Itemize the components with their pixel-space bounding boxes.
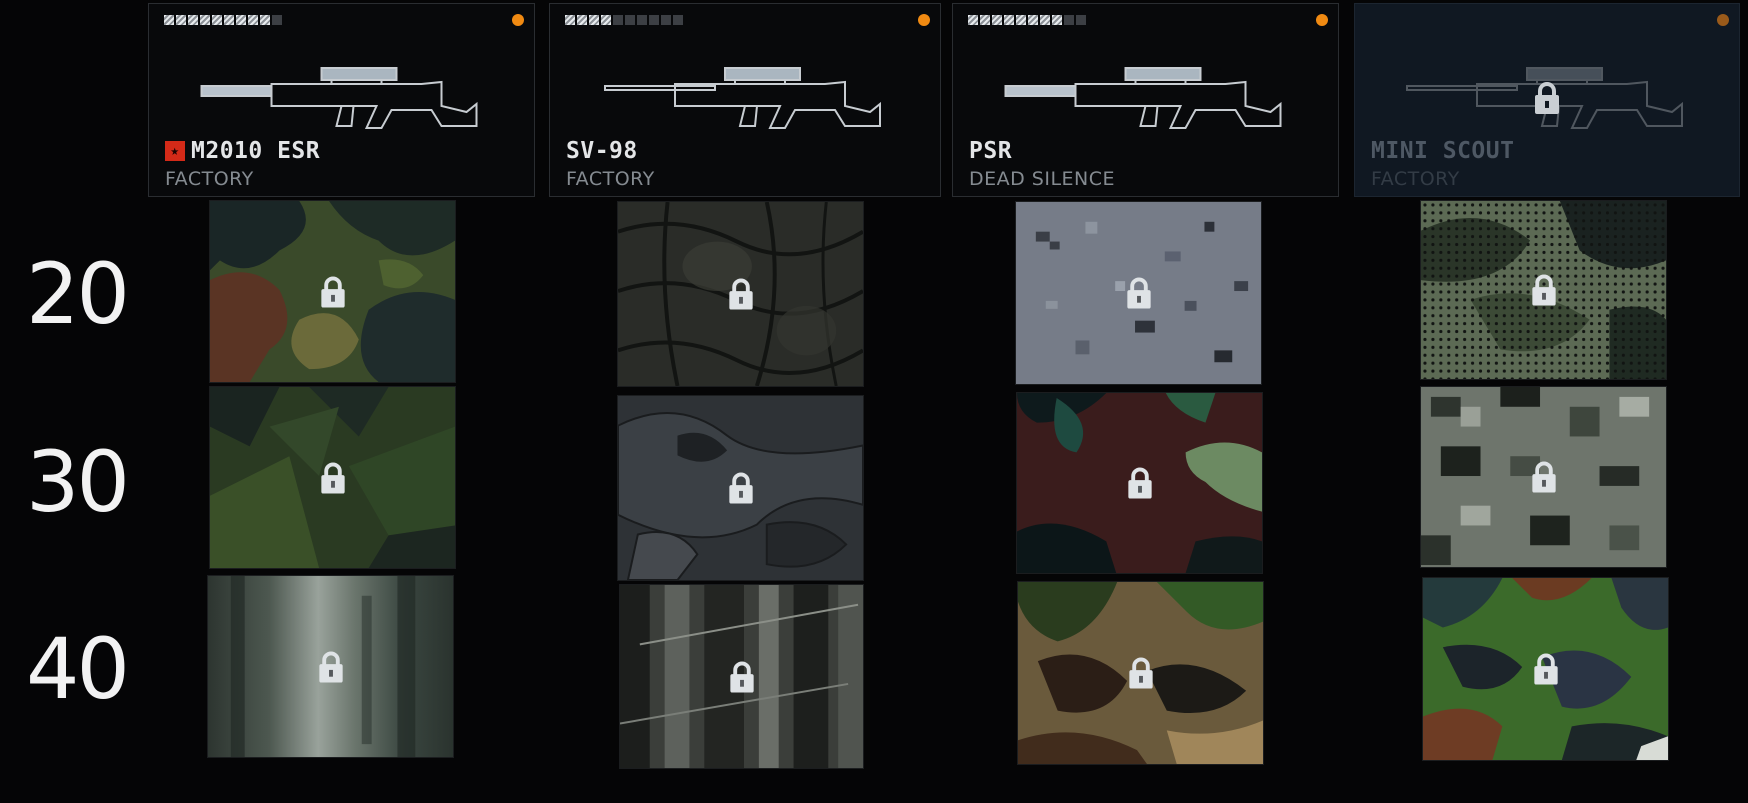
- lock-icon: [318, 650, 343, 683]
- lock-icon: [1531, 274, 1556, 306]
- progress-segment: [188, 15, 198, 25]
- weapon-progress-bar: [164, 15, 282, 25]
- weapon-progress-bar: [565, 15, 683, 25]
- progress-segment: [176, 15, 186, 25]
- progress-segment: [673, 15, 683, 25]
- weapon-progress-bar: [968, 15, 1086, 25]
- progress-segment: [589, 15, 599, 25]
- rank-star-icon: ★: [165, 141, 185, 161]
- weapon-name: MINI SCOUT: [1371, 138, 1515, 164]
- progress-segment: [1064, 15, 1074, 25]
- progress-segment: [212, 15, 222, 25]
- progress-segment: [260, 15, 270, 25]
- progress-segment: [1040, 15, 1050, 25]
- progress-segment: [577, 15, 587, 25]
- progress-segment: [625, 15, 635, 25]
- lock-icon: [320, 461, 345, 494]
- level-label-20: 20: [26, 245, 130, 343]
- notification-dot: [918, 14, 930, 26]
- weapon-image: [189, 46, 494, 136]
- lock-icon: [320, 275, 345, 308]
- progress-segment: [980, 15, 990, 25]
- progress-segment: [649, 15, 659, 25]
- weapon-name: SV-98: [566, 138, 638, 164]
- progress-segment: [992, 15, 1002, 25]
- notification-dot: [512, 14, 524, 26]
- weapon-card-psr[interactable]: PSR DEAD SILENCE: [952, 3, 1339, 197]
- weapon-name: ★ M2010 ESR: [165, 138, 320, 164]
- lock-icon: [728, 472, 753, 504]
- progress-segment: [236, 15, 246, 25]
- level-label-40: 40: [26, 620, 130, 718]
- progress-segment: [200, 15, 210, 25]
- lock-icon: [1127, 467, 1152, 499]
- weapon-card-sv-98[interactable]: SV-98 FACTORY: [549, 3, 941, 197]
- progress-segment: [248, 15, 258, 25]
- progress-segment: [164, 15, 174, 25]
- progress-segment: [1028, 15, 1038, 25]
- progress-segment: [224, 15, 234, 25]
- camo-tile-mini-scout-level-40[interactable]: [1422, 577, 1669, 761]
- notification-dot: [1717, 14, 1729, 26]
- weapon-card-m2010-esr[interactable]: ★ M2010 ESR FACTORY: [148, 3, 535, 197]
- progress-segment: [637, 15, 647, 25]
- camo-tile-sv98-level-40[interactable]: [619, 584, 864, 769]
- weapon-variant: FACTORY: [566, 168, 655, 190]
- lock-icon: [1128, 657, 1153, 689]
- notification-dot: [1316, 14, 1328, 26]
- camo-tile-m2010-level-40[interactable]: [207, 575, 454, 758]
- camo-tile-mini-scout-level-30[interactable]: [1420, 386, 1667, 568]
- lock-icon: [1533, 653, 1558, 685]
- weapon-variant: DEAD SILENCE: [969, 168, 1116, 190]
- camo-tile-sv98-level-30[interactable]: [617, 395, 864, 581]
- camo-tile-m2010-level-20[interactable]: [209, 200, 456, 383]
- weapon-variant: FACTORY: [1371, 168, 1460, 190]
- camo-tile-psr-level-40[interactable]: [1017, 581, 1264, 765]
- progress-segment: [1076, 15, 1086, 25]
- camo-tile-m2010-level-30[interactable]: [209, 386, 456, 569]
- weapon-image: [590, 46, 900, 136]
- weapon-variant: FACTORY: [165, 168, 254, 190]
- progress-segment: [272, 15, 282, 25]
- camo-tile-mini-scout-level-20[interactable]: [1420, 200, 1667, 380]
- lock-icon: [1126, 277, 1151, 309]
- lock-icon: [729, 660, 754, 693]
- lock-icon: [728, 278, 753, 310]
- progress-segment: [968, 15, 978, 25]
- lock-icon: [1531, 461, 1556, 493]
- level-label-30: 30: [26, 433, 130, 531]
- weapon-image: [993, 46, 1298, 136]
- lock-icon: [1535, 81, 1559, 114]
- progress-segment: [1004, 15, 1014, 25]
- progress-segment: [565, 15, 575, 25]
- progress-segment: [1052, 15, 1062, 25]
- camo-tile-psr-level-30[interactable]: [1016, 392, 1263, 574]
- weapon-card-mini-scout[interactable]: MINI SCOUT FACTORY: [1354, 3, 1740, 197]
- progress-segment: [1016, 15, 1026, 25]
- camo-tile-psr-level-20[interactable]: [1015, 201, 1262, 385]
- weapon-name: PSR: [969, 138, 1013, 164]
- camo-tile-sv98-level-20[interactable]: [617, 201, 864, 387]
- progress-segment: [661, 15, 671, 25]
- progress-segment: [613, 15, 623, 25]
- progress-segment: [601, 15, 611, 25]
